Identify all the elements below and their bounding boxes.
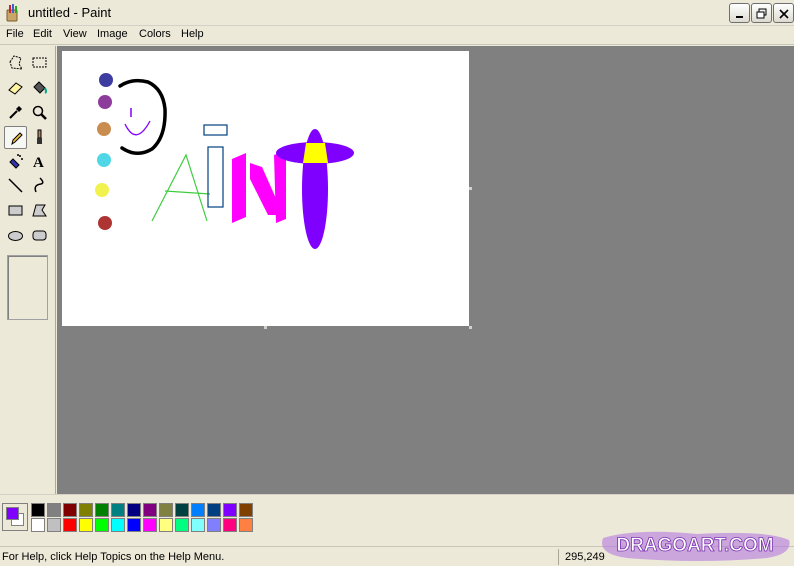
palette-color-swatch[interactable] bbox=[63, 518, 77, 532]
pick-color-tool[interactable] bbox=[4, 101, 27, 124]
palette-color-swatch[interactable] bbox=[79, 518, 93, 532]
menu-file[interactable]: File bbox=[6, 28, 24, 40]
airbrush-tool[interactable] bbox=[4, 150, 27, 173]
palette-color-swatch[interactable] bbox=[191, 518, 205, 532]
svg-text:A: A bbox=[33, 155, 44, 170]
fill-with-color-tool[interactable] bbox=[28, 76, 51, 99]
menu-edit[interactable]: Edit bbox=[33, 28, 52, 40]
rounded-rectangle-icon bbox=[32, 230, 47, 241]
menu-bar: File Edit View Image Colors Help bbox=[0, 26, 794, 45]
eyedropper-icon bbox=[9, 106, 22, 119]
airbrush-dots bbox=[95, 73, 113, 230]
pencil-tool[interactable] bbox=[4, 126, 27, 149]
status-separator bbox=[558, 549, 559, 565]
text-tool[interactable]: A bbox=[28, 150, 51, 173]
menu-help[interactable]: Help bbox=[181, 28, 204, 40]
restore-button[interactable] bbox=[751, 3, 772, 23]
palette-color-swatch[interactable] bbox=[207, 518, 221, 532]
brush-icon bbox=[37, 129, 42, 144]
workspace bbox=[57, 46, 794, 494]
text-icon: A bbox=[33, 155, 44, 170]
minimize-button[interactable] bbox=[729, 3, 750, 23]
palette-color-swatch[interactable] bbox=[191, 503, 205, 517]
palette-color-swatch[interactable] bbox=[31, 503, 45, 517]
canvas-resize-handle-right[interactable] bbox=[469, 187, 472, 190]
palette-color-swatch[interactable] bbox=[127, 503, 141, 517]
line-tool[interactable] bbox=[4, 174, 27, 197]
curve-tool[interactable] bbox=[28, 174, 51, 197]
current-colors-indicator bbox=[2, 503, 28, 531]
green-letter-a bbox=[151, 153, 211, 222]
brush-tool[interactable] bbox=[28, 126, 51, 149]
toolbox: A bbox=[0, 46, 56, 494]
line-icon bbox=[8, 178, 23, 193]
dragoart-watermark: DRAGOART.COM bbox=[602, 531, 790, 561]
canvas-resize-handle-bottom[interactable] bbox=[264, 326, 267, 329]
menu-image[interactable]: Image bbox=[97, 28, 128, 40]
rectangle-select-tool[interactable] bbox=[28, 51, 51, 74]
canvas-resize-handle-corner[interactable] bbox=[469, 326, 472, 329]
palette-color-swatch[interactable] bbox=[111, 518, 125, 532]
purple-smiley-mouth bbox=[124, 120, 151, 136]
palette-color-swatch[interactable] bbox=[239, 518, 253, 532]
magnifier-icon bbox=[32, 105, 47, 120]
minimize-icon bbox=[736, 16, 743, 18]
palette-color-swatch[interactable] bbox=[127, 518, 141, 532]
palette-color-swatch[interactable] bbox=[159, 518, 173, 532]
rectangle-select-icon bbox=[32, 57, 47, 68]
palette-color-swatch[interactable] bbox=[31, 518, 45, 532]
rectangle-tool[interactable] bbox=[4, 199, 27, 222]
airbrush-icon bbox=[9, 154, 23, 169]
close-button[interactable] bbox=[773, 3, 794, 23]
palette-color-swatch[interactable] bbox=[63, 503, 77, 517]
palette-color-swatch[interactable] bbox=[143, 503, 157, 517]
foreground-color-swatch bbox=[6, 507, 19, 520]
palette-color-swatch[interactable] bbox=[159, 503, 173, 517]
eraser-tool[interactable] bbox=[4, 76, 27, 99]
ellipse-icon bbox=[8, 231, 23, 241]
black-curve-stroke bbox=[118, 78, 167, 155]
palette-color-swatch[interactable] bbox=[207, 503, 221, 517]
blue-i-stem bbox=[207, 146, 224, 208]
palette-color-swatch[interactable] bbox=[95, 518, 109, 532]
restore-icon bbox=[756, 8, 767, 19]
status-help-text: For Help, click Help Topics on the Help … bbox=[2, 551, 225, 563]
menu-view[interactable]: View bbox=[63, 28, 87, 40]
palette-color-swatch[interactable] bbox=[143, 518, 157, 532]
ellipse-tool[interactable] bbox=[4, 224, 27, 247]
palette-color-swatch[interactable] bbox=[47, 518, 61, 532]
watermark-text: DRAGOART.COM bbox=[616, 535, 773, 556]
title-bar: untitled - Paint bbox=[0, 0, 794, 26]
blue-i-dot bbox=[203, 124, 228, 136]
rounded-rectangle-tool[interactable] bbox=[28, 224, 51, 247]
tool-options-box[interactable] bbox=[7, 255, 48, 320]
canvas-drawing bbox=[95, 73, 354, 249]
palette-color-swatch[interactable] bbox=[223, 518, 237, 532]
magnifier-tool[interactable] bbox=[28, 101, 51, 124]
menu-colors[interactable]: Colors bbox=[139, 28, 171, 40]
free-form-select-icon bbox=[9, 55, 23, 70]
palette-color-swatch[interactable] bbox=[175, 518, 189, 532]
palette-color-swatch[interactable] bbox=[47, 503, 61, 517]
pencil-icon bbox=[11, 132, 23, 146]
palette-color-swatch[interactable] bbox=[175, 503, 189, 517]
palette-color-swatch[interactable] bbox=[111, 503, 125, 517]
rectangle-icon bbox=[8, 205, 23, 216]
eraser-icon bbox=[8, 82, 23, 95]
magenta-letter-n bbox=[232, 151, 286, 223]
yellow-t-center bbox=[303, 143, 328, 163]
close-icon bbox=[779, 9, 789, 19]
polygon-tool[interactable] bbox=[28, 199, 51, 222]
polygon-icon bbox=[32, 204, 47, 217]
palette-color-swatch[interactable] bbox=[95, 503, 109, 517]
palette-color-swatch[interactable] bbox=[79, 503, 93, 517]
palette-color-swatch[interactable] bbox=[223, 503, 237, 517]
window-title: untitled - Paint bbox=[28, 5, 112, 20]
free-form-select-tool[interactable] bbox=[4, 51, 27, 74]
paint-app-icon[interactable] bbox=[4, 4, 20, 22]
drawing-canvas[interactable] bbox=[62, 51, 469, 326]
curve-icon bbox=[34, 177, 44, 193]
palette-color-swatch[interactable] bbox=[239, 503, 253, 517]
paint-bucket-icon bbox=[33, 81, 47, 94]
